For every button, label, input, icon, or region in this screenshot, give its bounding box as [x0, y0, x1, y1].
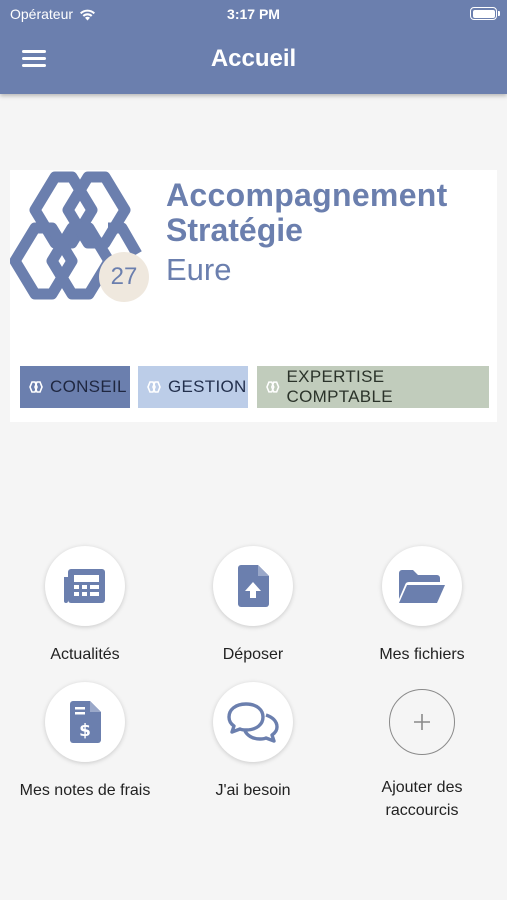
shortcut-circle[interactable]	[213, 682, 293, 762]
logo-mark-icon	[266, 381, 280, 393]
logo-mark-icon	[29, 381, 43, 393]
add-shortcut-button[interactable]	[389, 689, 455, 755]
brand-location: Eure	[166, 252, 232, 287]
shortcut-label: Mes fichiers	[379, 646, 465, 663]
brand-title-line1: Accompagnement	[166, 177, 448, 213]
shortcut-circle[interactable]	[213, 546, 293, 626]
shortcut-label: Ajouter des raccourcis	[381, 779, 463, 819]
plus-icon	[414, 714, 430, 730]
tag-label: CONSEIL	[50, 377, 127, 396]
status-bar: Opérateur 3:17 PM	[0, 0, 507, 30]
file-upload-icon	[238, 565, 269, 607]
shortcut-actualites[interactable]: Actualités	[10, 546, 160, 666]
shortcut-circle[interactable]: $	[45, 682, 125, 762]
tag-gestion: GESTION	[138, 366, 248, 408]
newspaper-icon	[64, 569, 105, 603]
logo-mark-icon	[147, 381, 161, 393]
shortcut-label: J'ai besoin	[215, 782, 291, 799]
shortcut-jai-besoin[interactable]: J'ai besoin	[178, 682, 328, 802]
shortcut-label: Déposer	[222, 646, 284, 663]
shortcut-ajouter[interactable]: Ajouter des raccourcis	[347, 689, 497, 822]
tag-label: GESTION	[168, 377, 247, 396]
tag-expertise-comptable: EXPERTISE COMPTABLE	[257, 366, 489, 408]
invoice-dollar-icon: $	[70, 701, 101, 743]
status-time: 3:17 PM	[227, 6, 280, 22]
shortcut-circle[interactable]	[382, 546, 462, 626]
brand-banner: 27 Accompagnement Stratégie Eure CONSEIL…	[10, 170, 497, 422]
shortcut-label: Mes notes de frais	[19, 782, 151, 799]
brand-title-line2: Stratégie	[166, 212, 303, 248]
tag-conseil: CONSEIL	[20, 366, 130, 408]
shortcut-circle[interactable]	[45, 546, 125, 626]
chat-bubbles-icon	[227, 702, 279, 743]
shortcut-deposer[interactable]: Déposer	[178, 546, 328, 666]
battery-icon	[470, 7, 500, 20]
shortcut-label: Actualités	[50, 646, 120, 663]
folder-icon	[399, 570, 445, 603]
page-title: Accueil	[210, 45, 297, 72]
app-header: Opérateur 3:17 PM Accueil	[0, 0, 507, 94]
tag-label: EXPERTISE COMPTABLE	[286, 367, 393, 406]
shortcut-mes-fichiers[interactable]: Mes fichiers	[347, 546, 497, 666]
shortcut-notes-de-frais[interactable]: $ Mes notes de frais	[10, 682, 160, 802]
department-badge: 27	[99, 252, 149, 302]
svg-text:$: $	[79, 721, 91, 741]
